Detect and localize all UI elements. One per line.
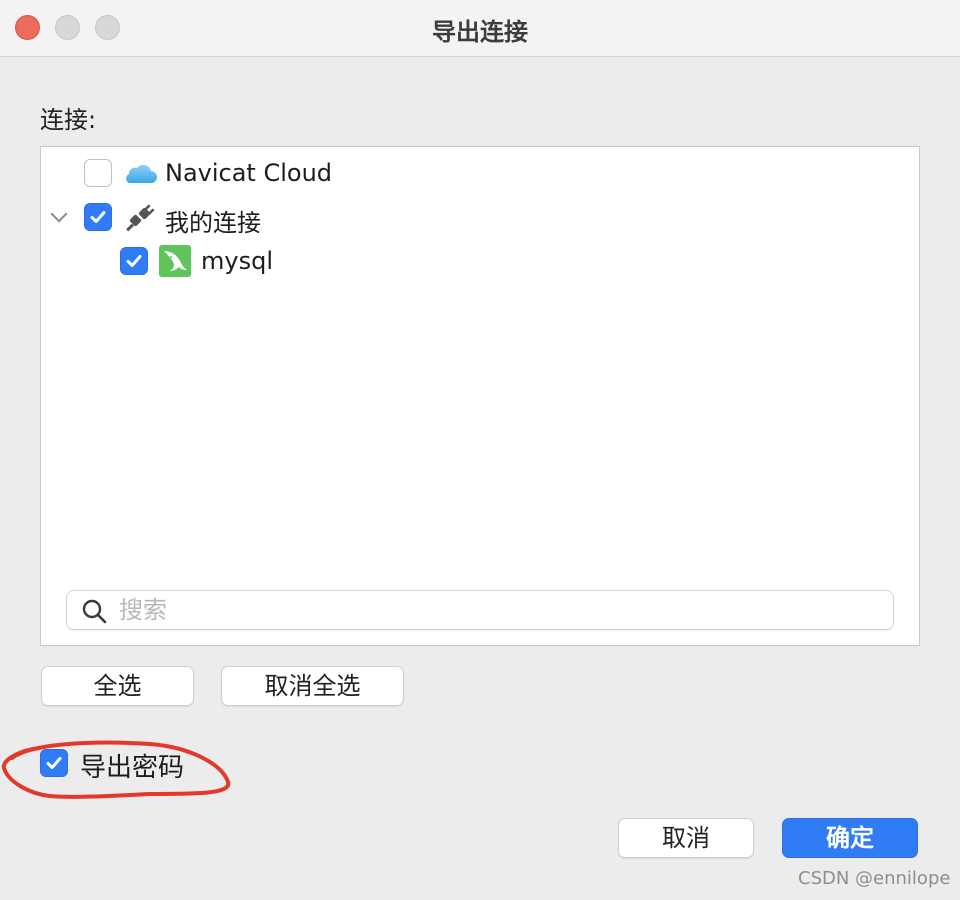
export-password-checkbox[interactable]	[40, 749, 68, 777]
navicat-cloud-checkbox[interactable]	[84, 159, 112, 187]
connections-label: 连接:	[40, 106, 97, 134]
tree-item-navicat-cloud[interactable]: Navicat Cloud	[41, 153, 919, 193]
mysql-dolphin-icon	[159, 245, 191, 277]
window-title: 导出连接	[432, 18, 528, 46]
tree-item-label: mysql	[201, 247, 273, 275]
plug-icon	[126, 204, 155, 232]
title-bar: 导出连接	[0, 0, 960, 57]
tree-item-mysql[interactable]: mysql	[41, 241, 919, 281]
search-icon	[82, 599, 107, 624]
tree-item-my-connections[interactable]: 我的连接	[41, 197, 919, 237]
watermark: CSDN @ennilope	[798, 868, 951, 889]
select-all-button[interactable]: 全选	[41, 666, 194, 706]
mysql-checkbox[interactable]	[120, 247, 148, 275]
tree-item-label: Navicat Cloud	[165, 159, 333, 187]
export-password-label[interactable]: 导出密码	[80, 747, 184, 784]
my-connections-checkbox[interactable]	[84, 203, 112, 231]
deselect-all-button[interactable]: 取消全选	[221, 666, 404, 706]
cloud-icon	[126, 164, 157, 183]
tree-item-label: 我的连接	[165, 209, 261, 237]
search-field[interactable]	[66, 590, 894, 630]
connection-tree: Navicat Cloud 我的连接 mysql	[40, 146, 920, 646]
chevron-down-icon[interactable]	[50, 205, 68, 223]
ok-button[interactable]: 确定	[782, 818, 918, 858]
search-input[interactable]	[119, 595, 879, 625]
cancel-button[interactable]: 取消	[618, 818, 754, 858]
